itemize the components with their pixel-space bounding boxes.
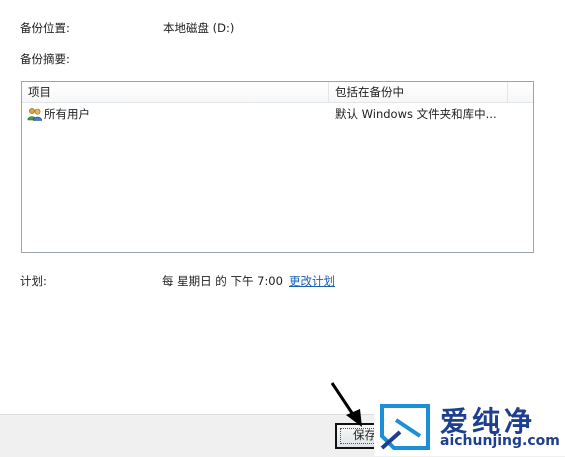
backup-summary-list[interactable]: 项目 包括在备份中 所有用户 默认 Windows 文件夹和库中... xyxy=(21,81,534,253)
list-item[interactable]: 所有用户 默认 Windows 文件夹和库中... xyxy=(22,104,533,124)
list-header: 项目 包括在备份中 xyxy=(22,82,533,103)
backup-summary-label: 备份摘要: xyxy=(20,52,70,66)
watermark-url-text: aichunjing.com xyxy=(440,433,560,449)
column-header-included[interactable]: 包括在备份中 xyxy=(329,82,508,102)
pointer-arrow-icon xyxy=(330,382,362,427)
cell-item-name: 所有用户 xyxy=(44,107,90,121)
users-icon xyxy=(27,108,43,121)
schedule-value: 每 星期日 的 下午 7:00 xyxy=(162,274,283,288)
column-header-item[interactable]: 项目 xyxy=(22,82,329,102)
schedule-label: 计划: xyxy=(20,274,47,288)
backup-location-value: 本地磁盘 (D:) xyxy=(163,21,235,35)
cell-included-value: 默认 Windows 文件夹和库中... xyxy=(335,107,497,121)
backup-location-label: 备份位置: xyxy=(20,21,70,35)
watermark-logo-icon xyxy=(380,404,430,450)
change-schedule-link[interactable]: 更改计划 xyxy=(289,273,335,289)
